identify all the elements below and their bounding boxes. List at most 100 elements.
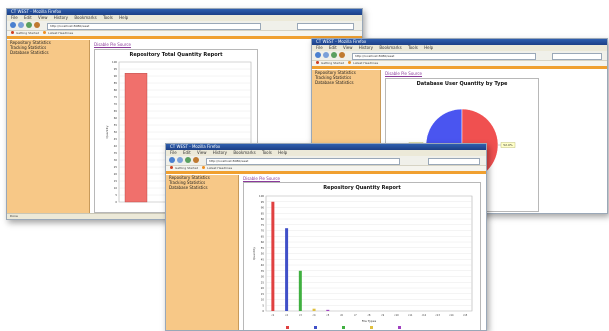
y-tick-label: 20 [114,172,118,176]
home-icon[interactable] [34,22,40,28]
menu-bookmarks[interactable]: Bookmarks [379,45,401,50]
y-tick-label: 65 [261,234,265,238]
bar [298,270,302,311]
address-bar[interactable]: http://localhost:8080/west [352,53,536,60]
menu-tools[interactable]: Tools [262,150,272,155]
menu-bookmarks[interactable]: Bookmarks [233,150,255,155]
menu-history[interactable]: History [54,15,68,20]
menu-help[interactable]: Help [424,45,433,50]
bookmark-latest-headlines[interactable]: Latest Headlines [48,31,73,35]
sidebar: Repository Statistics Tracking Statistic… [7,40,90,213]
sidebar-item-database-statistics[interactable]: Database Statistics [312,80,380,85]
search-box[interactable] [297,23,354,30]
menu-tools[interactable]: Tools [408,45,418,50]
y-axis-label: Quantity [105,125,109,138]
pie-label: 52.0% [503,143,513,147]
reload-icon[interactable] [331,52,337,58]
y-tick-label: 70 [114,102,118,106]
menu-history[interactable]: History [213,150,227,155]
home-icon[interactable] [339,52,345,58]
menu-bookmarks[interactable]: Bookmarks [74,15,96,20]
navigation-toolbar: http://localhost:8080/west [7,21,362,31]
x-tick-label: c12 [422,314,427,317]
legend-swatch [314,326,317,329]
y-tick-label: 10 [114,186,118,190]
main-content: Disable Pie Source Repository Quantity R… [239,175,486,330]
bookmark-icon [11,31,14,34]
y-tick-label: 100 [259,194,264,198]
y-tick-label: 85 [114,81,118,85]
y-tick-label: 15 [114,179,118,183]
bar-chart: 1009590858075706560555045403530252015105… [252,194,473,329]
y-tick-label: 45 [114,137,118,141]
disable-pie-source-link[interactable]: Disable Pie Source [243,176,280,181]
y-tick-label: 35 [114,151,118,155]
y-tick-label: 75 [261,223,265,227]
y-tick-label: 40 [261,263,265,267]
menu-view[interactable]: View [197,150,207,155]
menu-history[interactable]: History [359,45,373,50]
x-tick-label: c3 [299,314,302,317]
home-icon[interactable] [193,157,199,163]
bookmark-icon [316,61,319,64]
disable-pie-source-link[interactable]: Disable Pie Source [385,71,422,76]
bookmark-getting-started[interactable]: Getting Started [175,166,198,170]
header-band [7,36,362,39]
back-arrow-icon[interactable] [169,157,175,163]
reload-icon[interactable] [26,22,32,28]
rss-icon [43,31,47,34]
bookmark-latest-headlines[interactable]: Latest Headlines [353,61,378,65]
menu-edit[interactable]: Edit [24,15,32,20]
search-box[interactable] [552,53,602,60]
back-arrow-icon[interactable] [10,22,16,28]
menu-file[interactable]: File [170,150,177,155]
sidebar-item-database-statistics[interactable]: Database Statistics [7,50,89,55]
menu-tools[interactable]: Tools [103,15,113,20]
y-tick-label: 25 [114,165,118,169]
y-tick-label: 90 [261,206,265,210]
y-tick-label: 0 [115,200,117,204]
menu-file[interactable]: File [11,15,18,20]
bookmark-latest-headlines[interactable]: Latest Headlines [207,166,232,170]
menu-edit[interactable]: Edit [329,45,337,50]
sidebar-item-database-statistics[interactable]: Database Statistics [166,185,238,190]
bar [271,201,275,311]
bar [312,308,316,311]
bookmark-getting-started[interactable]: Getting Started [321,61,344,65]
x-tick-label: c6 [340,314,343,317]
x-tick-label: c10 [394,314,399,317]
y-tick-label: 60 [261,240,265,244]
forward-arrow-icon[interactable] [323,52,329,58]
menu-help[interactable]: Help [278,150,287,155]
menu-file[interactable]: File [316,45,323,50]
disable-pie-source-link[interactable]: Disable Pie Source [94,42,131,47]
y-tick-label: 40 [114,144,118,148]
bookmark-getting-started[interactable]: Getting Started [16,31,39,35]
y-tick-label: 95 [261,200,265,204]
forward-arrow-icon[interactable] [18,22,24,28]
y-axis-label: Quantity [252,247,256,260]
x-tick-label: c5 [326,314,329,317]
reload-icon[interactable] [185,157,191,163]
menu-view[interactable]: View [343,45,353,50]
x-tick-label: c9 [381,314,384,317]
menu-view[interactable]: View [38,15,48,20]
y-tick-label: 35 [261,269,265,273]
y-tick-label: 70 [261,229,265,233]
menu-help[interactable]: Help [119,15,128,20]
bar [285,228,289,311]
forward-arrow-icon[interactable] [177,157,183,163]
x-tick-label: c15 [463,314,468,317]
y-tick-label: 75 [114,95,118,99]
header-band [166,171,486,174]
y-tick-label: 25 [261,280,265,284]
bar [326,309,330,311]
y-tick-label: 50 [114,130,118,134]
search-box[interactable] [428,158,480,165]
menu-edit[interactable]: Edit [183,150,191,155]
address-bar[interactable]: http://localhost:8080/west [47,23,261,30]
back-arrow-icon[interactable] [315,52,321,58]
x-tick-label: c11 [408,314,413,317]
rss-icon [202,166,206,169]
address-bar[interactable]: http://localhost:8080/west [206,158,400,165]
